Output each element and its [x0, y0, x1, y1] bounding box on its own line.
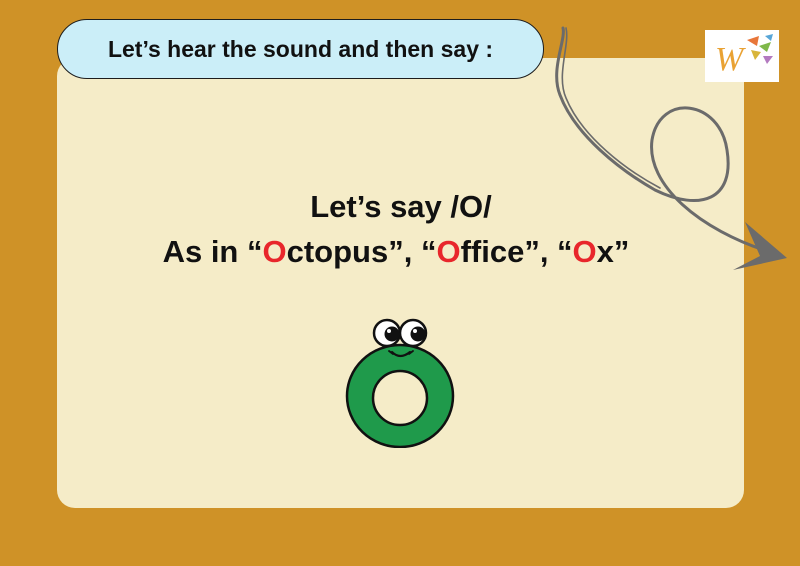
octopus-initial: O	[262, 233, 287, 269]
logo-letter: W	[715, 41, 746, 78]
ox-initial: O	[572, 233, 597, 269]
examples-line: As in “Octopus”, “Office”, “Ox”	[0, 230, 800, 275]
instruction-text: Let’s hear the sound and then say :	[107, 35, 494, 62]
office-rest: ffice”, “	[460, 233, 573, 269]
brand-logo: W	[705, 30, 779, 82]
letter-o-character-icon	[345, 318, 455, 448]
say-line: Let’s say /O/	[310, 189, 492, 224]
instruction-pill: Let’s hear the sound and then say :	[57, 19, 544, 79]
office-initial: O	[436, 233, 461, 269]
w-leaves-logo-icon: W	[715, 34, 773, 78]
sound-lines: Let’s say /O/ As in “Octopus”, “Office”,…	[0, 185, 800, 275]
octopus-rest: ctopus”, “	[286, 233, 437, 269]
slide: Let’s hear the sound and then say : W Le…	[0, 0, 800, 566]
examples-prefix: As in “	[162, 233, 263, 269]
ox-rest: x”	[596, 233, 630, 269]
